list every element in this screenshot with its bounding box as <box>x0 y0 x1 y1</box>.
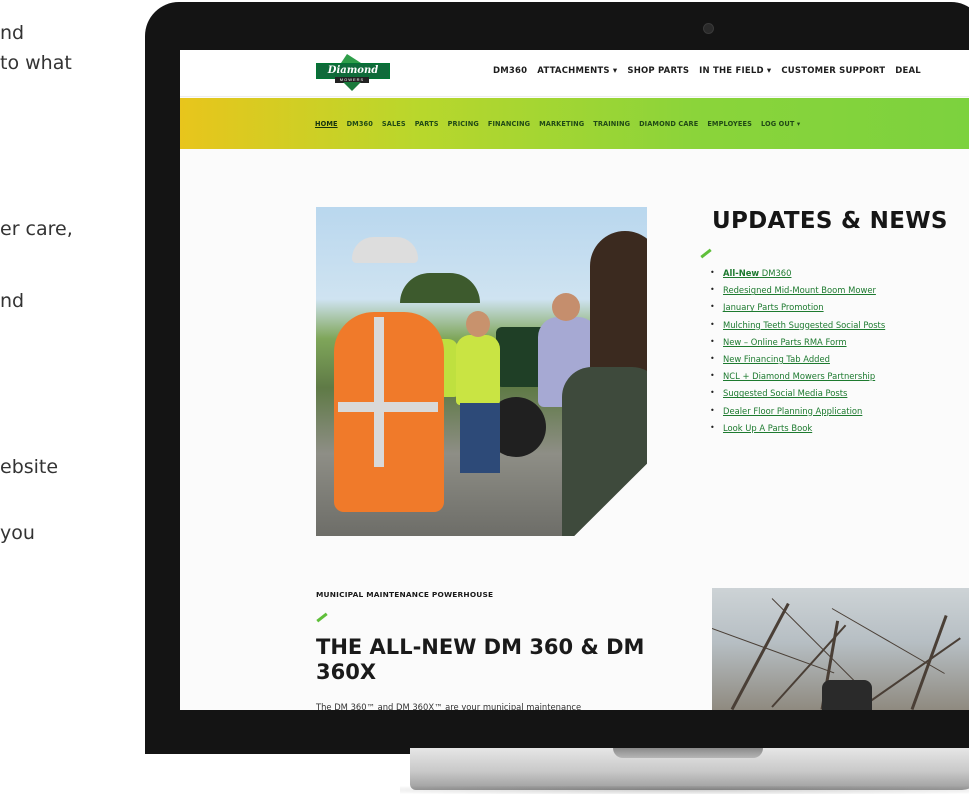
photo-branch <box>910 615 948 710</box>
news-item[interactable]: Mulching Teeth Suggested Social Posts <box>708 320 885 337</box>
nav-attachments[interactable]: ATTACHMENTS ▾ <box>537 66 617 76</box>
subnav-diamond-care[interactable]: DIAMOND CARE <box>639 120 698 128</box>
subnav-parts[interactable]: PARTS <box>415 120 439 128</box>
photo-branch <box>831 608 945 674</box>
subnav-home[interactable]: HOME <box>315 120 338 128</box>
nav-in-the-field[interactable]: IN THE FIELD ▾ <box>699 66 771 76</box>
photo-worker-orange-shirt <box>334 312 444 512</box>
feature-eyebrow: MUNICIPAL MAINTENANCE POWERHOUSE <box>316 590 494 599</box>
subnav-sales[interactable]: SALES <box>382 120 406 128</box>
subnav-dm360[interactable]: DM360 <box>347 120 373 128</box>
news-item[interactable]: January Parts Promotion <box>708 302 885 319</box>
accent-dash-icon <box>700 248 712 259</box>
laptop-shadow <box>400 786 969 794</box>
news-item[interactable]: All-New DM360 <box>708 268 885 285</box>
tree-photo <box>712 588 969 710</box>
news-item[interactable]: Redesigned Mid-Mount Boom Mower <box>708 285 885 302</box>
nav-dm360[interactable]: DM360 <box>493 66 527 76</box>
feature-body: The DM 360™ and DM 360X™ are your munici… <box>316 702 582 710</box>
primary-nav: DM360 ATTACHMENTS ▾ SHOP PARTS IN THE FI… <box>493 66 931 76</box>
photo-woman-body <box>562 367 647 536</box>
news-item[interactable]: Dealer Floor Planning Application <box>708 406 885 423</box>
photo-worker-vest <box>456 335 500 405</box>
article-line: ebsite <box>0 456 59 478</box>
logo-diamond-icon <box>343 82 361 91</box>
news-list: All-New DM360 Redesigned Mid-Mount Boom … <box>708 268 885 440</box>
news-item[interactable]: NCL + Diamond Mowers Partnership <box>708 371 885 388</box>
background-article-text: nd to what er care, nd ebsite you <box>0 0 140 560</box>
diamond-mowers-logo[interactable]: Diamond MOWERS <box>313 54 393 91</box>
nav-shop-parts[interactable]: SHOP PARTS <box>627 66 689 76</box>
photo-machine <box>822 680 872 710</box>
subnav-pricing[interactable]: PRICING <box>448 120 479 128</box>
article-line: to what <box>0 52 72 74</box>
photo-worker-cap <box>352 237 418 263</box>
article-line: nd <box>0 290 25 312</box>
photo-reflective-stripe <box>338 402 438 412</box>
photo-reflective-stripe <box>374 317 384 467</box>
laptop-lid-notch <box>613 748 763 758</box>
dealer-subnav: HOME DM360 SALES PARTS PRICING FINANCING… <box>180 98 969 149</box>
subnav-training[interactable]: TRAINING <box>593 120 630 128</box>
nav-dealers[interactable]: DEAL <box>895 66 921 76</box>
news-item[interactable]: Suggested Social Media Posts <box>708 388 885 405</box>
photo-trees <box>400 273 480 303</box>
news-item[interactable]: New – Online Parts RMA Form <box>708 337 885 354</box>
photo-woman-hair <box>590 231 647 381</box>
subnav-log-out[interactable]: LOG OUT ▾ <box>761 120 800 128</box>
subnav-marketing[interactable]: MARKETING <box>539 120 584 128</box>
subnav-financing[interactable]: FINANCING <box>488 120 530 128</box>
news-item[interactable]: New Financing Tab Added <box>708 354 885 371</box>
photo-branch <box>861 637 961 708</box>
accent-dash-icon <box>316 612 328 623</box>
photo-worker-head <box>466 311 490 337</box>
article-line: you <box>0 522 35 544</box>
webcam <box>703 23 714 34</box>
site-header: Diamond MOWERS DM360 ATTACHMENTS ▾ SHOP … <box>180 50 969 97</box>
hero-photo-workers-at-mower <box>316 207 647 536</box>
photo-worker-jeans <box>460 403 500 473</box>
logo-fin-shape <box>341 54 361 63</box>
article-line: nd <box>0 22 25 44</box>
news-item[interactable]: Look Up A Parts Book <box>708 423 885 440</box>
photo-branch <box>771 598 858 684</box>
updates-news-heading: UPDATES & NEWS <box>712 208 948 234</box>
feature-title: THE ALL-NEW DM 360 & DM 360X <box>316 635 645 684</box>
article-line: er care, <box>0 218 73 240</box>
nav-customer-support[interactable]: CUSTOMER SUPPORT <box>781 66 885 76</box>
laptop-screen: Diamond MOWERS DM360 ATTACHMENTS ▾ SHOP … <box>180 50 969 710</box>
photo-worker-head <box>552 293 580 321</box>
subnav-employees[interactable]: EMPLOYEES <box>707 120 752 128</box>
